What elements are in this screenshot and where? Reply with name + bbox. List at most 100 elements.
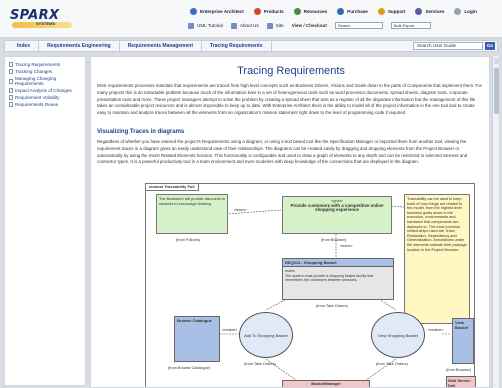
use-case-add-to-basket[interactable]: Add To Shopping Basket — [239, 312, 293, 358]
goal-text: Provide customers with a competitive onl… — [290, 202, 384, 213]
header-search-input[interactable]: Search — [334, 22, 383, 29]
nav-site[interactable]: Site — [266, 22, 284, 29]
vertical-scrollbar[interactable] — [492, 56, 499, 388]
ea-icon — [190, 7, 197, 15]
basket-manager-box[interactable]: BasketManager — [282, 380, 370, 387]
sidebar-item-label: Managing Changing Requirements — [15, 76, 57, 86]
tab-requirements-engineering[interactable]: Requirements Engineering — [39, 41, 120, 51]
services-icon — [415, 7, 423, 15]
sidebar-item-label: Tracking Changes — [15, 69, 53, 74]
from-browser-label-2: (from Browser) — [446, 368, 472, 372]
browse-catalogue-label: Browse Catalogue — [177, 318, 212, 323]
section-title: Visualizing Traces in diagrams — [97, 129, 185, 135]
policy-note: The Bookstore will provide discounts to … — [156, 194, 228, 234]
web-server-label: Web Server: Dell — [448, 378, 472, 388]
document-icon — [9, 62, 13, 67]
intro-paragraph: Most requirements processes mandate that… — [97, 83, 483, 116]
logo-sub-text: SYSTEMS — [36, 21, 56, 26]
basket-manager-label: BasketManager — [311, 381, 341, 386]
sidebar-item-label: Requirements Reuse — [15, 102, 59, 107]
nav-login[interactable]: Login — [454, 6, 477, 16]
sidebar-item-tracking-changes[interactable]: Tracking Changes — [5, 68, 85, 75]
scroll-thumb[interactable] — [494, 68, 499, 114]
sub-navigation: UML Tutorial About Us Site View / Checko… — [188, 22, 431, 29]
nav-label: Login — [464, 8, 477, 14]
sidebar-item-requirement-volatility[interactable]: Requirement Volatility — [5, 94, 85, 101]
sidebar: Tracing Requirements Tracking Changes Ma… — [4, 56, 86, 386]
support-icon — [377, 7, 385, 15]
web-server-box[interactable]: Web Server: Dell — [446, 376, 476, 388]
site-icon — [266, 22, 273, 29]
tab-index[interactable]: Index — [5, 41, 40, 51]
explanation-note: Traceability can be used to keep track o… — [404, 194, 470, 324]
nav-label: Purchase — [347, 8, 368, 14]
realize-label-1: «realize» — [222, 328, 238, 332]
sidebar-item-tracing-requirements[interactable]: Tracing Requirements — [5, 61, 85, 68]
requirement-title: REQ014 - Shopping Basket — [283, 259, 393, 267]
login-icon — [454, 7, 462, 15]
sidebar-item-label: Requirement Volatility — [15, 95, 60, 100]
go-button[interactable]: Go — [485, 42, 495, 50]
sparx-logo[interactable]: SPARX SYSTEMS — [10, 6, 80, 30]
requirement-notes-label: notes — [285, 268, 295, 273]
sidebar-item-label: Impact Analysis of Changes — [15, 88, 72, 93]
from-take-orders-label-1: (from Take Orders) — [316, 304, 348, 308]
breadcrumb-tabs: Index Requirements Engineering Requireme… — [4, 40, 498, 52]
tab-tracing-requirements[interactable]: Tracing Requirements — [202, 41, 272, 51]
trace-label-2: «trace» — [340, 244, 353, 248]
nav-uml-tutorial[interactable]: UML Tutorial — [188, 22, 223, 29]
nav-label: Enterprise Architect — [200, 8, 244, 14]
traceability-diagram: custom Traceability Full The Bookstore w… — [145, 183, 476, 388]
tab-requirements-management[interactable]: Requirements Management — [120, 41, 202, 51]
sidebar-item-requirements-reuse[interactable]: Requirements Reuse — [5, 101, 85, 108]
from-browser-label: (from Browser) — [321, 238, 347, 242]
document-icon — [9, 69, 13, 74]
use-case-view-basket[interactable]: View Shopping Basket — [371, 312, 425, 358]
page-title: Tracing Requirements — [237, 65, 345, 77]
trace-label: «trace» — [234, 208, 247, 212]
nav-label: Site — [275, 23, 284, 28]
nav-purchase[interactable]: Purchase — [337, 6, 368, 16]
bulk-export-select[interactable]: Bulk Export — [390, 22, 431, 29]
visualizing-paragraph: Regardless of whether you have entered t… — [97, 139, 468, 165]
nav-services[interactable]: Services — [415, 6, 444, 16]
view-basket-box[interactable]: View Basket — [452, 318, 474, 364]
nav-label: Products — [263, 8, 284, 14]
sidebar-item-label: Tracing Requirements — [15, 62, 61, 67]
from-take-orders-label-3: (from Take Orders) — [376, 362, 408, 366]
about-icon — [230, 22, 237, 29]
scroll-up-arrow[interactable] — [494, 58, 499, 64]
nav-label: Services — [425, 8, 445, 14]
view-basket-label: View Basket — [455, 320, 469, 330]
nav-about-us[interactable]: About Us — [230, 22, 259, 29]
nav-label: UML Tutorial — [197, 23, 223, 28]
sidebar-item-managing-changing-requirements[interactable]: Managing Changing Requirements — [5, 75, 85, 87]
use-case-label: View Shopping Basket — [378, 332, 418, 338]
document-icon — [9, 95, 13, 100]
sidebar-item-impact-analysis[interactable]: Impact Analysis of Changes — [5, 87, 85, 94]
nav-label: Support — [387, 8, 406, 14]
document-icon — [9, 102, 13, 107]
view-checkout-label: View / Checkout — [291, 23, 327, 28]
requirement-notes-text: The system must provide a shopping baske… — [285, 274, 374, 283]
uml-icon — [188, 22, 194, 29]
nav-support[interactable]: Support — [377, 6, 406, 16]
nav-enterprise-architect[interactable]: Enterprise Architect — [190, 6, 244, 16]
browse-catalogue-box[interactable]: Browse Catalogue — [174, 316, 220, 362]
main-content: Tracing Requirements Most requirements p… — [90, 56, 490, 388]
resources-icon — [293, 7, 301, 15]
from-take-orders-label-2: (from Take Orders) — [244, 362, 276, 366]
goal-note: «goal» Provide customers with a competit… — [282, 196, 392, 234]
products-icon — [253, 7, 261, 15]
from-policies-label: (from Policies) — [176, 238, 201, 242]
realize-label-2: «realize» — [428, 328, 444, 332]
requirement-box[interactable]: REQ014 - Shopping Basket notes The syste… — [282, 258, 394, 300]
document-icon — [9, 88, 13, 93]
document-icon — [9, 78, 13, 84]
search-user-guide-input[interactable]: Search User Guide — [413, 42, 483, 50]
site-header: SPARX SYSTEMS Enterprise Architect Produ… — [0, 0, 502, 38]
nav-products[interactable]: Products — [253, 6, 284, 16]
nav-label: About Us — [239, 23, 259, 28]
nav-resources[interactable]: Resources — [293, 6, 327, 16]
note-text: The Bookstore will provide discounts to … — [159, 197, 225, 206]
